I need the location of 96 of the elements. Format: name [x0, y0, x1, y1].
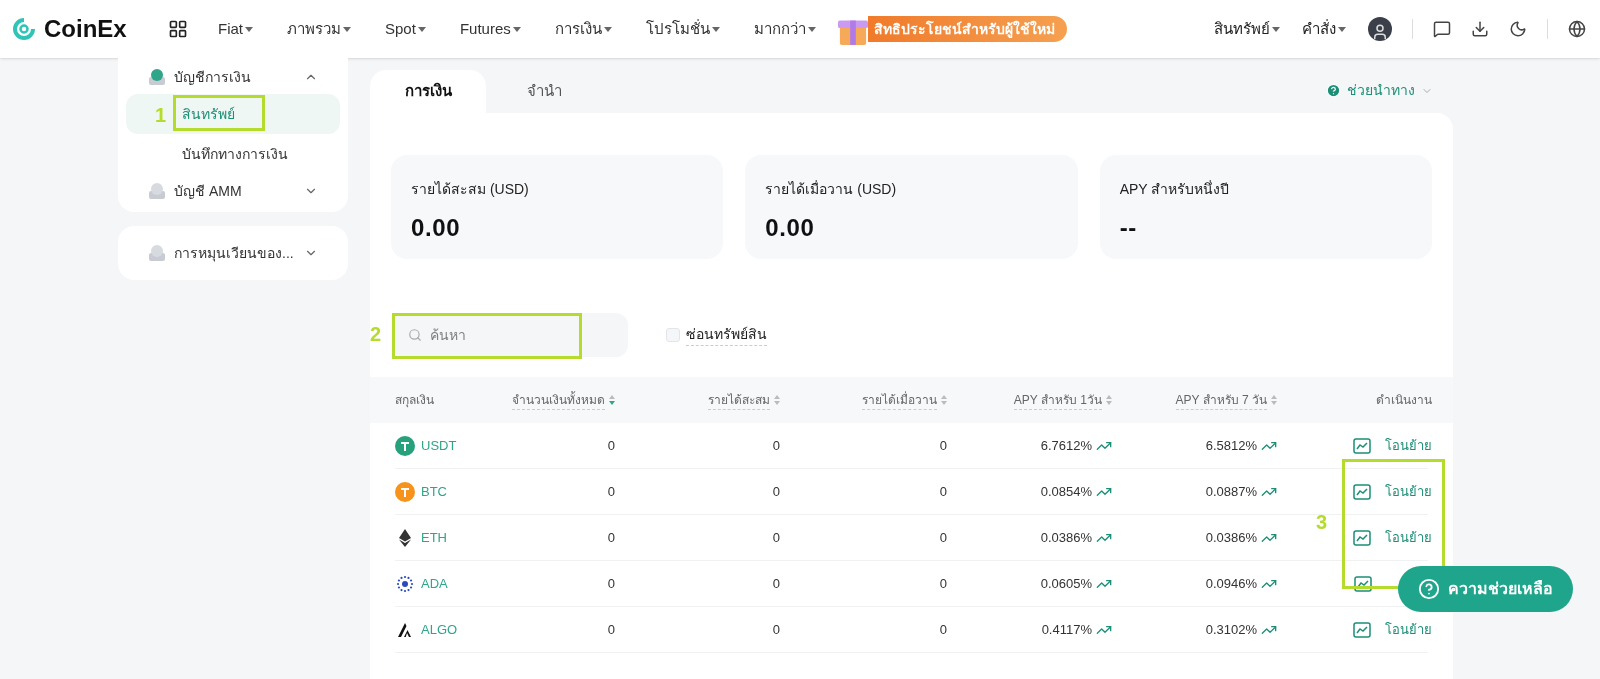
column-header: ดำเนินงาน	[1376, 392, 1432, 409]
sidebar-item[interactable]: บันทึกทางการเงิน	[126, 134, 340, 174]
coin-icon	[395, 481, 415, 502]
caret-icon	[1338, 26, 1346, 32]
table-cell-text: 0	[771, 574, 780, 593]
nav-menu[interactable]: โปรโมชั่น	[645, 17, 720, 41]
stat-label: APY สำหรับหนึ่งปี	[1119, 179, 1231, 199]
sidebar-group[interactable]: การหมุนเวียนของ...	[118, 236, 348, 270]
table-cell-text: 0.0386%	[1040, 528, 1092, 547]
caret-icon	[603, 26, 612, 32]
table-cell-text: 6.7612%	[1040, 436, 1092, 455]
tab[interactable]: การเงิน	[370, 70, 486, 113]
transfer-link[interactable]: โอนย้าย	[1385, 527, 1432, 548]
table-cell-text: 0.4117%	[1041, 620, 1092, 639]
stat-value: 0.00	[765, 213, 816, 243]
caret-icon	[245, 26, 253, 32]
star-icon	[395, 573, 415, 594]
nav-menu[interactable]: Fiat	[218, 17, 253, 41]
tab[interactable]: จำนำ	[486, 70, 602, 113]
transfer-link[interactable]: โอนย้าย	[1385, 619, 1432, 640]
callout-number: 2	[370, 322, 382, 347]
stat-label: รายได้สะสม (USD)	[411, 180, 530, 199]
column-header: จำนวนเงินทั้งหมด	[512, 390, 605, 410]
nav-menu[interactable]: Spot	[385, 17, 426, 41]
table-cell-text: 0	[938, 436, 947, 455]
help-icon	[1418, 578, 1440, 600]
table-cell-text: 0	[771, 528, 780, 547]
table-cell-text: 0	[938, 620, 947, 639]
globe-icon[interactable]	[1568, 20, 1586, 38]
table-cell-text: 0.3102%	[1205, 620, 1257, 639]
table-cell-text: 0	[771, 482, 780, 501]
nav-menu[interactable]: มากกว่า	[753, 17, 816, 41]
table-cell-text: 0	[771, 620, 780, 639]
transfer-link[interactable]: โอนย้าย	[1385, 435, 1432, 456]
table-cell-text: 0	[938, 482, 947, 501]
transfer-link[interactable]: โอนย้าย	[1385, 481, 1432, 502]
help-icon	[1326, 83, 1341, 98]
apps-grid-icon[interactable]	[168, 19, 188, 39]
moon-icon[interactable]	[1509, 20, 1527, 38]
sidebar-group[interactable]: บัญชีการเงิน	[118, 60, 348, 94]
caret-icon	[711, 26, 720, 32]
table-cell-text: 0	[606, 482, 615, 501]
account-icon	[148, 244, 166, 262]
avatar[interactable]	[1368, 17, 1392, 41]
table-cell-text: 6.5812%	[1205, 436, 1257, 455]
chart-icon[interactable]	[1353, 437, 1371, 454]
search-field[interactable]: ค้นหา	[392, 313, 628, 357]
checkbox[interactable]	[666, 328, 680, 342]
guide-link[interactable]: ช่วยนำทาง	[1326, 80, 1433, 101]
nav-menu[interactable]: ภาพรวม	[287, 17, 351, 41]
search-icon	[408, 328, 422, 342]
table-cell-text: 0	[606, 528, 615, 547]
table-cell-text: 0	[938, 574, 947, 593]
chart-icon[interactable]	[1353, 483, 1371, 500]
table-cell-text: 0	[606, 620, 615, 639]
column-header: รายได้สะสม	[708, 390, 770, 410]
caret-icon	[512, 26, 521, 32]
table-cell-text: 0	[771, 436, 780, 455]
caret-icon	[1272, 26, 1280, 32]
caret-icon	[807, 26, 816, 32]
account-menu[interactable]: คำสั่ง	[1302, 17, 1346, 41]
column-header: สกุลเงิน	[395, 392, 434, 409]
column-header: APY สำหรับ 1วัน	[1013, 390, 1102, 410]
sidebar-group[interactable]: บัญชี AMM	[118, 174, 348, 208]
account-icon	[148, 182, 166, 200]
account-icon	[148, 68, 166, 86]
caret-icon	[343, 26, 351, 32]
coin-icon	[395, 435, 415, 456]
column-header: รายได้เมื่อวาน	[862, 390, 937, 410]
logo-icon	[10, 15, 38, 43]
chart-icon[interactable]	[1353, 621, 1371, 638]
column-header: APY สำหรับ 7 วัน	[1175, 390, 1267, 410]
checkbox-label: ซ่อนทรัพย์สิน	[686, 324, 767, 346]
chat-icon[interactable]	[1433, 20, 1451, 38]
account-menu[interactable]: สินทรัพย์	[1214, 17, 1280, 41]
callout-number: 1	[155, 103, 167, 128]
table-cell-text: 0.0605%	[1040, 574, 1092, 593]
table-cell-text: 0.0854%	[1040, 482, 1092, 501]
chart-icon[interactable]	[1353, 529, 1371, 546]
table-cell-text: 0.0887%	[1205, 482, 1257, 501]
chart-icon[interactable]	[1354, 575, 1372, 592]
stat-value: --	[1119, 213, 1138, 243]
stat-value: 0.00	[411, 213, 462, 243]
caret-icon	[417, 26, 426, 32]
table-cell-text: 0.0946%	[1205, 574, 1257, 593]
nav-menu[interactable]: Futures	[459, 17, 521, 41]
table-cell-text: 0.0386%	[1205, 528, 1257, 547]
table-cell-text: 0	[606, 436, 615, 455]
table-cell-text: 0	[938, 528, 947, 547]
download-icon[interactable]	[1471, 20, 1489, 38]
sort-icon[interactable]	[609, 395, 615, 405]
table-cell-text: 0	[606, 574, 615, 593]
callout-number: 3	[1316, 510, 1328, 535]
logo-text[interactable]: CoinEx	[44, 11, 127, 47]
stat-label: รายได้เมื่อวาน (USD)	[765, 179, 898, 199]
nav-menu[interactable]: การเงิน	[554, 17, 612, 41]
